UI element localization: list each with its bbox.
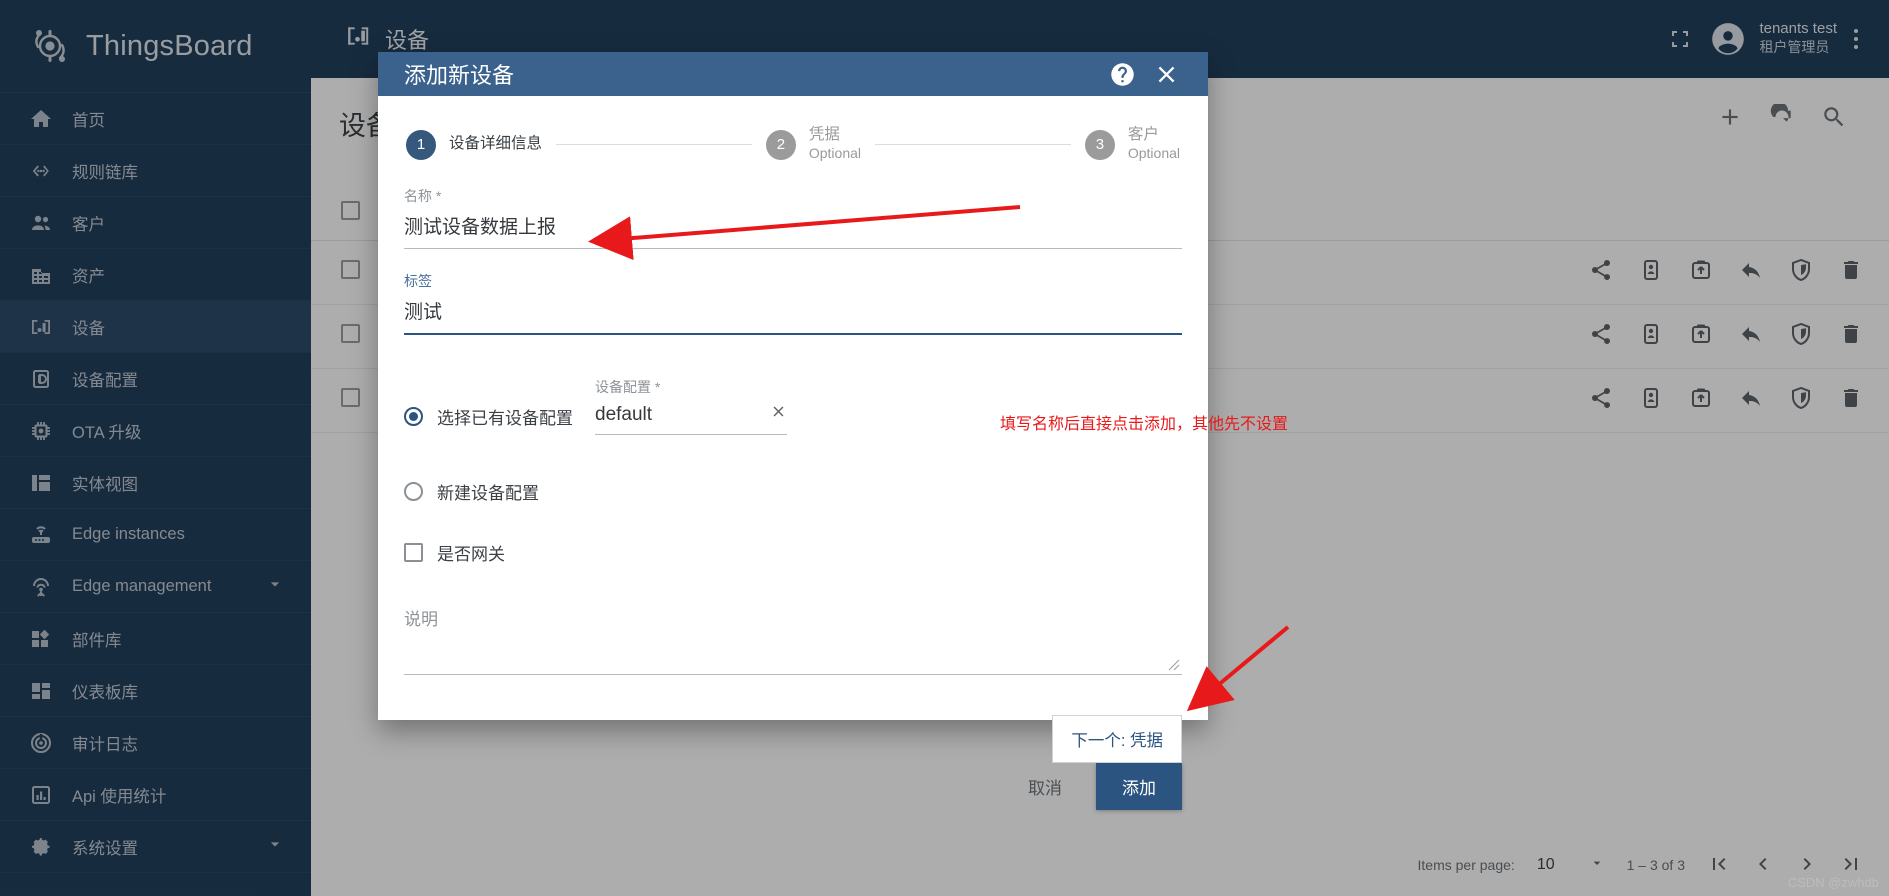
step-number: 1 bbox=[406, 129, 436, 160]
device-profile-label: 设备配置 * bbox=[595, 378, 661, 395]
radio-existing-profile[interactable]: 选择已有设备配置 bbox=[404, 404, 573, 435]
step-customer[interactable]: 3 客户 Optional bbox=[1084, 126, 1180, 164]
step-label: 凭据 bbox=[808, 126, 840, 143]
device-profile-field[interactable]: 设备配置 * default bbox=[595, 377, 787, 435]
gateway-label: 是否网关 bbox=[437, 544, 505, 564]
step-optional: Optional bbox=[1127, 144, 1181, 161]
step-number: 3 bbox=[1084, 129, 1115, 160]
step-credentials[interactable]: 2 凭据 Optional bbox=[765, 126, 861, 164]
next-step-row: 下一个: 凭据 bbox=[404, 714, 1182, 763]
radio-icon bbox=[404, 481, 423, 501]
step-label: 设备详细信息 bbox=[449, 135, 543, 153]
device-label-value: 测试 bbox=[404, 301, 443, 323]
cancel-button[interactable]: 取消 bbox=[1012, 764, 1078, 809]
radio-icon-checked bbox=[404, 406, 423, 426]
annotation-note: 填写名称后直接点击添加，其他先不设置 bbox=[1000, 416, 1289, 433]
field-underline bbox=[404, 673, 1182, 675]
description-field[interactable]: 说明 bbox=[404, 605, 1182, 675]
app-root: ThingsBoard 首页 规则链库 客户 资产 设备 设备配置 OTA 升级 实体视图 Ed… bbox=[0, 0, 1889, 896]
radio-existing-profile-label: 选择已有设备配置 bbox=[437, 408, 573, 428]
step-text: 凭据 Optional bbox=[809, 126, 861, 164]
radio-new-profile-label: 新建设备配置 bbox=[437, 483, 539, 503]
device-name-field[interactable]: 名称 * 测试设备数据上报 bbox=[404, 186, 1182, 249]
device-name-label: 名称 * bbox=[404, 187, 442, 204]
dialog-stepper: 1 设备详细信息 2 凭据 Optional 3 客户 Optional bbox=[404, 126, 1182, 164]
step-optional: Optional bbox=[808, 144, 862, 161]
gateway-checkbox-row[interactable]: 是否网关 bbox=[404, 540, 1182, 565]
step-text: 客户 Optional bbox=[1128, 126, 1180, 164]
resize-grip-icon[interactable] bbox=[1168, 658, 1180, 671]
device-label-label: 标签 bbox=[404, 272, 432, 289]
device-name-value: 测试设备数据上报 bbox=[404, 216, 557, 238]
radio-new-profile[interactable]: 新建设备配置 bbox=[404, 479, 1182, 510]
device-profile-value: default bbox=[595, 403, 653, 425]
add-device-dialog: 添加新设备 1 设备详细信息 2 凭据 Optional 3 客户 Option… bbox=[378, 52, 1208, 810]
add-button[interactable]: 添加 bbox=[1096, 762, 1182, 810]
step-device-details[interactable]: 1 设备详细信息 bbox=[406, 129, 542, 160]
checkbox-icon bbox=[404, 542, 423, 562]
step-label: 客户 bbox=[1127, 126, 1159, 143]
clear-profile-icon[interactable] bbox=[770, 403, 787, 434]
device-label-field[interactable]: 标签 测试 bbox=[404, 271, 1182, 335]
description-label: 说明 bbox=[404, 609, 438, 629]
watermark: CSDN @zwhdb bbox=[1787, 875, 1879, 890]
step-connector bbox=[556, 144, 752, 146]
dialog-footer: 取消 添加 bbox=[378, 762, 1208, 810]
field-underline bbox=[404, 247, 1182, 249]
step-number: 2 bbox=[765, 129, 796, 160]
close-icon[interactable] bbox=[1144, 52, 1188, 96]
field-underline-focused bbox=[404, 332, 1182, 335]
step-text: 设备详细信息 bbox=[449, 135, 542, 154]
description-textarea[interactable] bbox=[404, 630, 1182, 674]
field-underline bbox=[595, 433, 787, 435]
step-connector bbox=[875, 144, 1071, 146]
next-step-button[interactable]: 下一个: 凭据 bbox=[1052, 714, 1182, 763]
dialog-title: 添加新设备 bbox=[404, 63, 515, 88]
help-icon[interactable] bbox=[1100, 52, 1144, 96]
dialog-header: 添加新设备 bbox=[378, 52, 1208, 96]
